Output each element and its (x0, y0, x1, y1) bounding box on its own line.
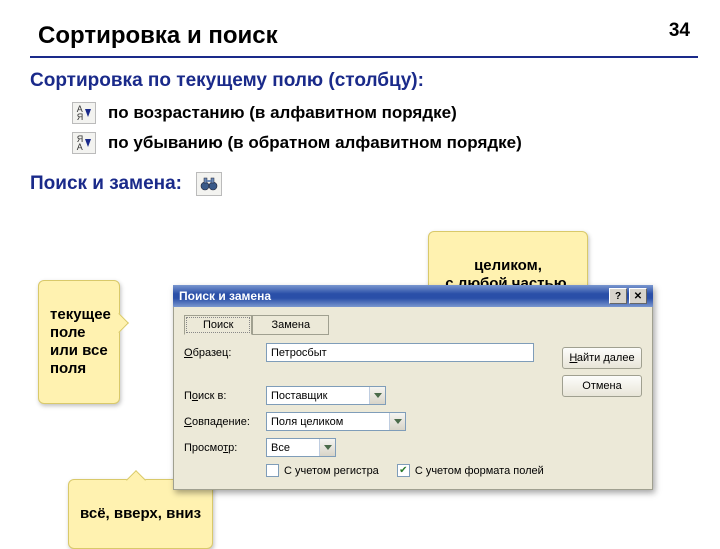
combo-match[interactable]: Поля целиком (266, 412, 406, 431)
chevron-down-icon[interactable] (319, 439, 335, 456)
label-match: Совпадение: (184, 416, 266, 428)
section-search: Поиск и замена: (30, 173, 182, 195)
combo-searchin[interactable]: Поставщик (266, 386, 386, 405)
page-number: 34 (669, 20, 690, 42)
chevron-down-icon[interactable] (389, 413, 405, 430)
row-match: Совпадение: Поля целиком (184, 412, 642, 431)
help-button[interactable]: ? (609, 288, 627, 304)
sort-desc-icon[interactable]: ЯА (72, 132, 96, 154)
dialog-body: Поиск Замена Образец: Петросбыт Поиск в:… (173, 307, 653, 490)
close-button[interactable]: ✕ (629, 288, 647, 304)
checkbox-icon (266, 464, 279, 477)
sort-asc-row: АЯ по возрастанию (в алфавитном порядке) (0, 98, 720, 128)
binoculars-icon[interactable] (196, 172, 222, 196)
label-direction: Просмотр: (184, 442, 266, 454)
sort-desc-label: по убыванию (в обратном алфавитном поряд… (108, 133, 522, 153)
check-format[interactable]: ✔ С учетом формата полей (397, 464, 544, 477)
dialog-titlebar[interactable]: Поиск и замена ? ✕ (173, 285, 653, 307)
find-replace-dialog: Поиск и замена ? ✕ Поиск Замена Образец:… (173, 285, 653, 490)
dialog-title: Поиск и замена (179, 289, 271, 303)
row-checks: С учетом регистра ✔ С учетом формата пол… (266, 464, 642, 477)
section-search-row: Поиск и замена: (0, 158, 720, 196)
tabs: Поиск Замена (184, 315, 642, 335)
checkbox-icon: ✔ (397, 464, 410, 477)
row-direction: Просмотр: Все (184, 438, 642, 457)
combo-direction[interactable]: Все (266, 438, 336, 457)
label-searchin: Поиск в: (184, 390, 266, 402)
cancel-button[interactable]: Отмена (562, 375, 642, 397)
chevron-down-icon[interactable] (369, 387, 385, 404)
find-next-button[interactable]: Найти далее (562, 347, 642, 369)
tab-find[interactable]: Поиск (184, 315, 252, 335)
label-sample: Образец: (184, 347, 266, 359)
sort-asc-label: по возрастанию (в алфавитном порядке) (108, 103, 457, 123)
check-case[interactable]: С учетом регистра (266, 464, 379, 477)
input-sample[interactable]: Петросбыт (266, 343, 534, 362)
callout-search-in: текущее поле или все поля (38, 280, 120, 404)
section-sort: Сортировка по текущему полю (столбцу): (0, 58, 720, 98)
sort-desc-row: ЯА по убыванию (в обратном алфавитном по… (0, 128, 720, 158)
sort-asc-icon[interactable]: АЯ (72, 102, 96, 124)
slide-title: Сортировка и поиск (0, 0, 720, 56)
tab-replace[interactable]: Замена (252, 315, 329, 335)
